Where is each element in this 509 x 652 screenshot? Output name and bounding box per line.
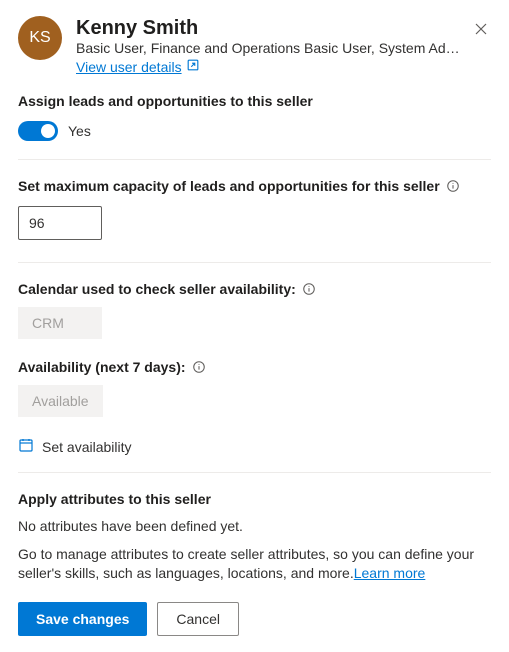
footer: Save changes Cancel (18, 602, 491, 636)
availability-value: Available (18, 385, 103, 417)
user-name: Kenny Smith (76, 16, 491, 40)
info-icon[interactable] (192, 360, 206, 374)
info-icon[interactable] (446, 179, 460, 193)
learn-more-link[interactable]: Learn more (354, 565, 426, 581)
attributes-description: Go to manage attributes to create seller… (18, 545, 491, 584)
availability-label-row: Availability (next 7 days): (18, 359, 491, 375)
attributes-empty-text: No attributes have been defined yet. (18, 517, 491, 537)
external-link-icon (186, 58, 200, 75)
assign-toggle-value: Yes (68, 123, 91, 139)
calendar-label-row: Calendar used to check seller availabili… (18, 281, 491, 297)
view-details-label: View user details (76, 59, 182, 75)
close-icon (474, 22, 488, 39)
avatar: KS (18, 16, 62, 60)
close-button[interactable] (467, 16, 495, 44)
capacity-label-row: Set maximum capacity of leads and opport… (18, 178, 491, 194)
cancel-button[interactable]: Cancel (157, 602, 239, 636)
calendar-label: Calendar used to check seller availabili… (18, 281, 296, 297)
assign-label: Assign leads and opportunities to this s… (18, 93, 491, 109)
attributes-heading: Apply attributes to this seller (18, 491, 491, 507)
capacity-input[interactable] (18, 206, 102, 240)
availability-label: Availability (next 7 days): (18, 359, 186, 375)
divider (18, 159, 491, 160)
toggle-knob (41, 124, 55, 138)
save-button[interactable]: Save changes (18, 602, 147, 636)
set-availability-button[interactable]: Set availability (18, 437, 491, 456)
header-info: Kenny Smith Basic User, Finance and Oper… (76, 16, 491, 75)
panel-header: KS Kenny Smith Basic User, Finance and O… (18, 16, 491, 75)
view-user-details-link[interactable]: View user details (76, 58, 200, 75)
calendar-value: CRM (18, 307, 102, 339)
calendar-icon (18, 437, 34, 456)
divider (18, 472, 491, 473)
assign-toggle-row: Yes (18, 121, 491, 141)
assign-toggle[interactable] (18, 121, 58, 141)
divider (18, 262, 491, 263)
capacity-label: Set maximum capacity of leads and opport… (18, 178, 440, 194)
set-availability-label: Set availability (42, 439, 132, 455)
info-icon[interactable] (302, 282, 316, 296)
user-roles: Basic User, Finance and Operations Basic… (76, 40, 471, 56)
